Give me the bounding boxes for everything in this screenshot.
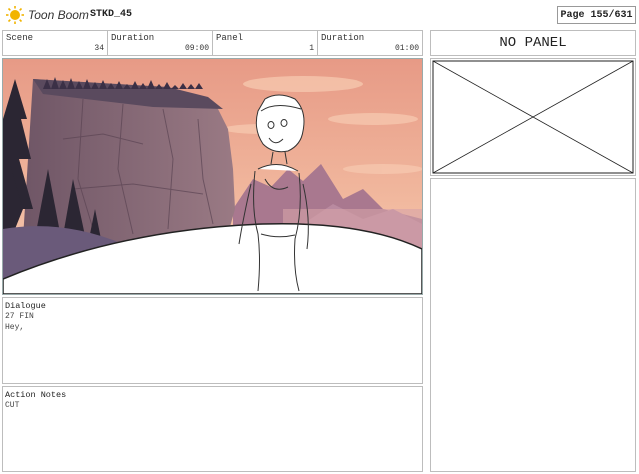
panel-cell: Panel 1 xyxy=(212,30,318,56)
empty-side-notes xyxy=(430,178,636,472)
storyboard-panel-image[interactable] xyxy=(2,58,423,295)
panel-label: Panel xyxy=(216,33,244,43)
action-notes-box[interactable]: Action Notes CUT xyxy=(2,386,423,472)
page-indicator: Page 155/631 xyxy=(557,6,636,24)
scene-artwork xyxy=(3,59,422,294)
panel-duration-cell: Duration 01:00 xyxy=(317,30,423,56)
panel-duration-value: 01:00 xyxy=(394,44,419,53)
scene-label: Scene xyxy=(6,33,34,43)
scene-duration-value: 09:00 xyxy=(184,44,209,53)
toon-boom-logo: Toon Boom xyxy=(4,4,89,26)
action-notes-line: CUT xyxy=(5,401,20,410)
sun-logo-icon xyxy=(6,6,24,24)
logo-text: Toon Boom xyxy=(28,8,89,22)
dialogue-box[interactable]: Dialogue 27 FIN Hey, xyxy=(2,297,423,384)
project-name: STKD_45 xyxy=(90,9,133,20)
scene-cell: Scene 34 xyxy=(2,30,108,56)
dialogue-line: Hey, xyxy=(5,323,25,332)
scene-value: 34 xyxy=(94,44,104,53)
panel-duration-label: Duration xyxy=(321,33,365,43)
dialogue-line: 27 FIN xyxy=(5,312,34,321)
empty-panel-placeholder[interactable] xyxy=(430,58,636,176)
cross-placeholder-icon xyxy=(432,60,634,174)
panel-value: 1 xyxy=(309,44,314,53)
no-panel-header: NO PANEL xyxy=(430,30,636,56)
scene-duration-label: Duration xyxy=(111,33,155,43)
dialogue-label: Dialogue xyxy=(5,301,46,311)
action-notes-label: Action Notes xyxy=(5,390,67,400)
scene-duration-cell: Duration 09:00 xyxy=(107,30,213,56)
